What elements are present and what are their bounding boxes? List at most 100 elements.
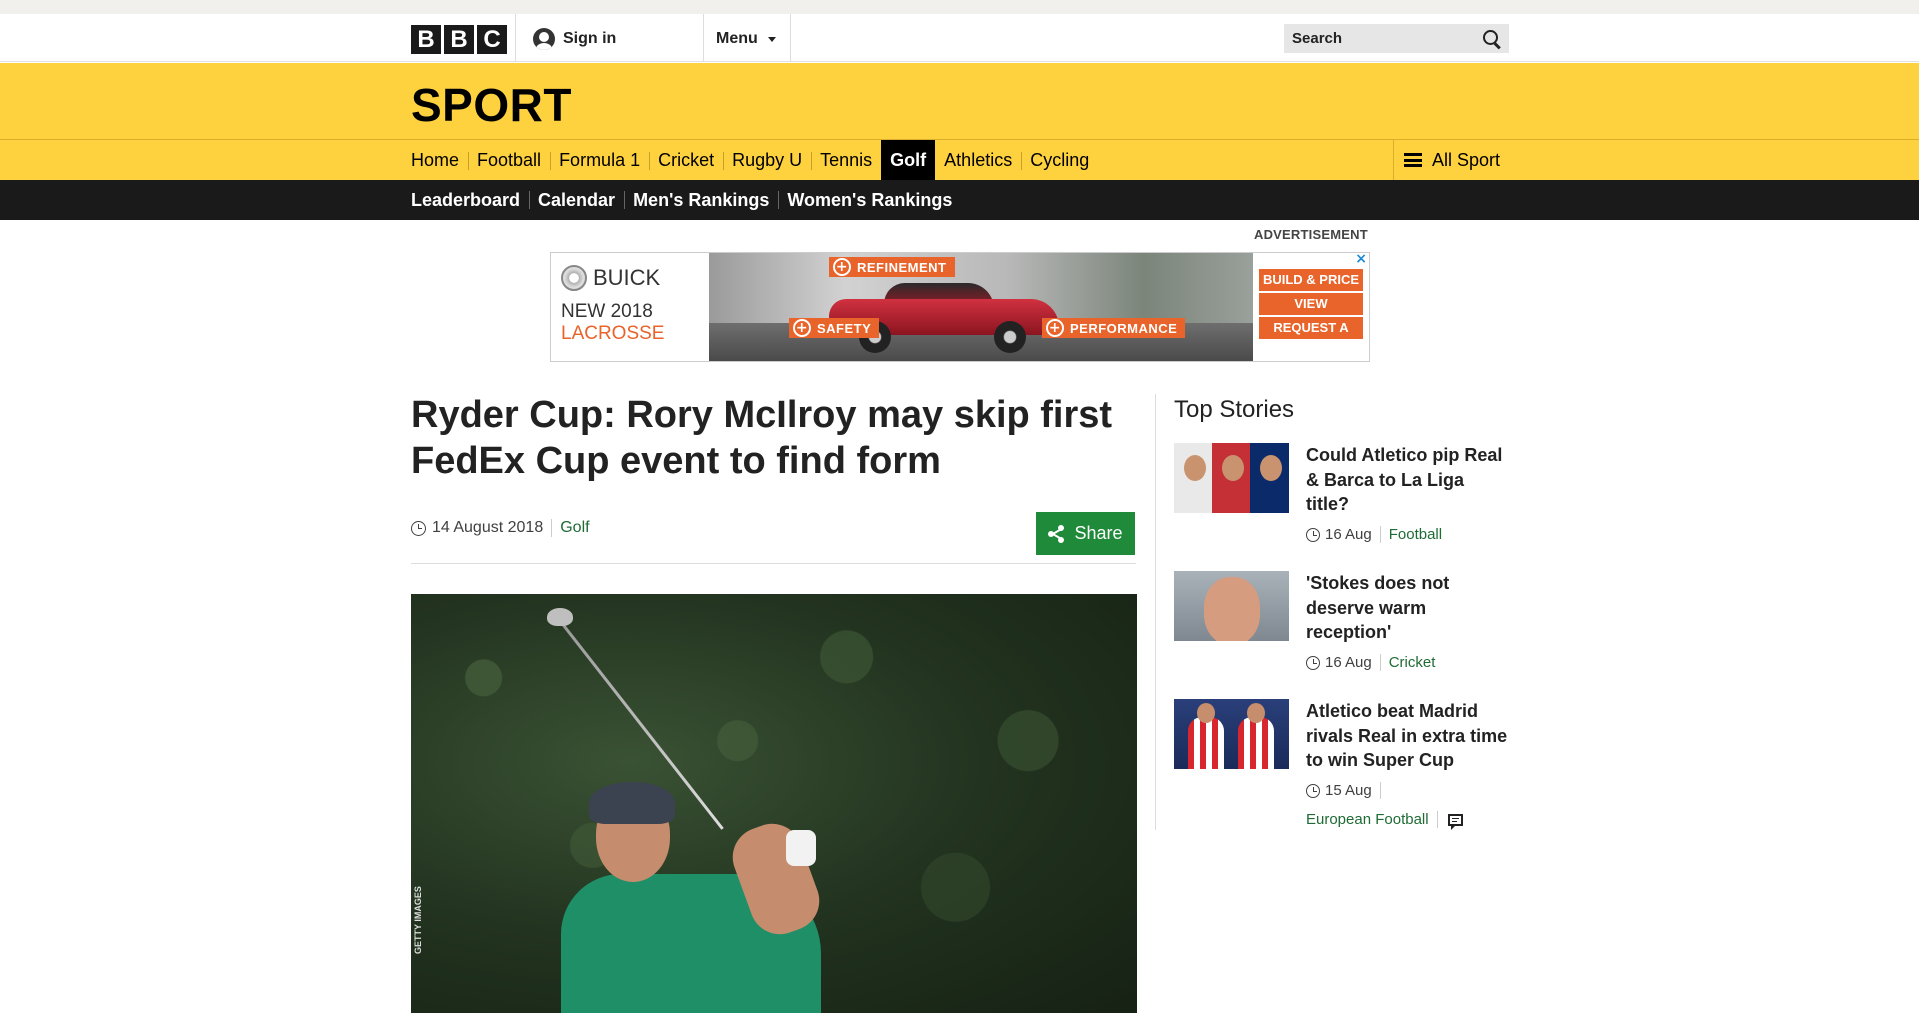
menu-label: Menu: [716, 30, 758, 47]
nav-item-formula-1[interactable]: Formula 1: [550, 140, 649, 180]
plus-icon: +: [1046, 319, 1064, 337]
feature-safety[interactable]: + SAFETY: [789, 318, 880, 338]
article-headline: Ryder Cup: Rory McIlroy may skip first F…: [411, 394, 1113, 482]
share-label: Share: [1074, 523, 1123, 543]
buick-badge-icon: [561, 265, 587, 291]
meta-divider: [1436, 811, 1438, 828]
club-head: [547, 608, 573, 626]
sport-masthead: [0, 63, 1919, 139]
story-meta: 16 Aug Football: [1306, 526, 1510, 543]
article-section-link[interactable]: Golf: [560, 519, 589, 537]
advert-cta-panel: × BUILD & PRICE VIEW REQUEST A: [1253, 253, 1369, 361]
close-icon[interactable]: ×: [1355, 253, 1367, 267]
all-sport-button[interactable]: All Sport: [1393, 140, 1500, 180]
header-divider: [790, 14, 791, 62]
nav-item-rugby-union[interactable]: Rugby U: [723, 140, 811, 180]
subnav-leaderboard[interactable]: Leaderboard: [411, 180, 529, 220]
plus-icon: +: [833, 258, 851, 276]
story-section-link[interactable]: European Football: [1306, 811, 1429, 828]
sport-nav: Home Football Formula 1 Cricket Rugby U …: [411, 140, 1098, 180]
menu-button[interactable]: Menu: [716, 30, 776, 48]
story-section-link[interactable]: Cricket: [1389, 654, 1436, 671]
story-title[interactable]: 'Stokes does not deserve warm reception': [1306, 571, 1510, 645]
article-image: GETTY IMAGES: [411, 594, 1137, 1013]
logo-letter: B: [444, 25, 474, 54]
nav-item-golf[interactable]: Golf: [881, 140, 936, 180]
clock-icon: [1306, 527, 1320, 542]
share-button[interactable]: Share: [1036, 512, 1135, 555]
meta-divider: [1379, 654, 1381, 671]
header-divider: [703, 14, 704, 62]
share-icon: [1048, 524, 1066, 543]
hamburger-icon: [1404, 153, 1422, 167]
story-thumbnail[interactable]: [1174, 443, 1289, 513]
search-input[interactable]: [1292, 30, 1462, 47]
sport-title[interactable]: SPORT: [411, 78, 572, 132]
meta-divider: [1379, 526, 1381, 543]
top-story-item[interactable]: 'Stokes does not deserve warm reception'…: [1174, 571, 1510, 681]
story-meta: 16 Aug Cricket: [1306, 654, 1510, 671]
feature-performance[interactable]: + PERFORMANCE: [1042, 318, 1186, 338]
nav-item-home[interactable]: Home: [411, 140, 468, 180]
advert-line-2: LACROSSE: [561, 323, 665, 344]
build-price-button[interactable]: BUILD & PRICE: [1259, 269, 1363, 291]
story-date: 16 Aug: [1325, 654, 1372, 671]
golf-subnav: Leaderboard Calendar Men's Rankings Wome…: [411, 180, 961, 220]
header-divider: [515, 14, 516, 62]
story-title[interactable]: Atletico beat Madrid rivals Real in extr…: [1306, 699, 1510, 773]
article-date: 14 August 2018: [432, 519, 544, 536]
divider: [411, 563, 1136, 564]
logo-letter: C: [477, 25, 507, 54]
search-icon[interactable]: [1483, 29, 1501, 48]
nav-item-tennis[interactable]: Tennis: [811, 140, 881, 180]
feature-label: REFINEMENT: [857, 259, 947, 275]
global-header: [0, 14, 1919, 62]
top-story-item[interactable]: Could Atletico pip Real & Barca to La Li…: [1174, 443, 1510, 553]
user-icon: [533, 28, 555, 50]
buick-logo: BUICK: [561, 265, 699, 291]
story-date: 16 Aug: [1325, 526, 1372, 543]
logo-letter: B: [411, 25, 441, 54]
clock-icon: [1306, 655, 1320, 670]
image-credit: GETTY IMAGES: [413, 886, 423, 954]
article-meta: 14 August 2018 Golf: [411, 519, 590, 537]
top-story-item[interactable]: Atletico beat Madrid rivals Real in extr…: [1174, 699, 1510, 830]
story-thumbnail[interactable]: [1174, 571, 1289, 641]
golfer-glove: [786, 830, 816, 866]
browser-top-strip: [0, 0, 1919, 14]
subnav-mens-rankings[interactable]: Men's Rankings: [624, 180, 778, 220]
sidebar-divider: [1155, 394, 1156, 830]
story-thumbnail[interactable]: [1174, 699, 1289, 769]
meta-divider: [1379, 782, 1381, 799]
advert-brand-panel: BUICK NEW 2018 LACROSSE: [551, 253, 709, 361]
golfer-cap: [589, 782, 675, 824]
story-title[interactable]: Could Atletico pip Real & Barca to La Li…: [1306, 443, 1510, 517]
nav-item-athletics[interactable]: Athletics: [935, 140, 1021, 180]
subnav-womens-rankings[interactable]: Women's Rankings: [778, 180, 961, 220]
story-meta: 15 Aug European Football: [1306, 782, 1510, 830]
bbc-logo[interactable]: B B C: [411, 25, 507, 54]
sign-in-link[interactable]: Sign in: [533, 28, 616, 50]
clock-icon: [1306, 783, 1320, 798]
request-button[interactable]: REQUEST A: [1259, 317, 1363, 339]
meta-divider: [551, 519, 553, 537]
plus-icon: +: [793, 319, 811, 337]
feature-label: PERFORMANCE: [1070, 320, 1178, 336]
comments-icon[interactable]: [1447, 813, 1463, 830]
advert-line-1: NEW 2018: [561, 301, 653, 322]
feature-label: SAFETY: [817, 320, 872, 336]
sign-in-label: Sign in: [563, 30, 617, 47]
chevron-down-icon: [767, 36, 776, 42]
advertisement-label: ADVERTISEMENT: [1254, 227, 1368, 242]
top-stories-heading: Top Stories: [1174, 396, 1295, 423]
nav-item-cricket[interactable]: Cricket: [649, 140, 723, 180]
advert-car-image: + REFINEMENT + SAFETY + PERFORMANCE: [709, 253, 1253, 361]
feature-refinement[interactable]: + REFINEMENT: [829, 257, 955, 277]
nav-item-cycling[interactable]: Cycling: [1021, 140, 1098, 180]
view-button[interactable]: VIEW: [1259, 293, 1363, 315]
subnav-calendar[interactable]: Calendar: [529, 180, 624, 220]
story-section-link[interactable]: Football: [1389, 526, 1442, 543]
nav-item-football[interactable]: Football: [468, 140, 550, 180]
advert-banner[interactable]: BUICK NEW 2018 LACROSSE + REFINEMENT + S…: [550, 252, 1370, 362]
search-box[interactable]: [1284, 24, 1509, 53]
